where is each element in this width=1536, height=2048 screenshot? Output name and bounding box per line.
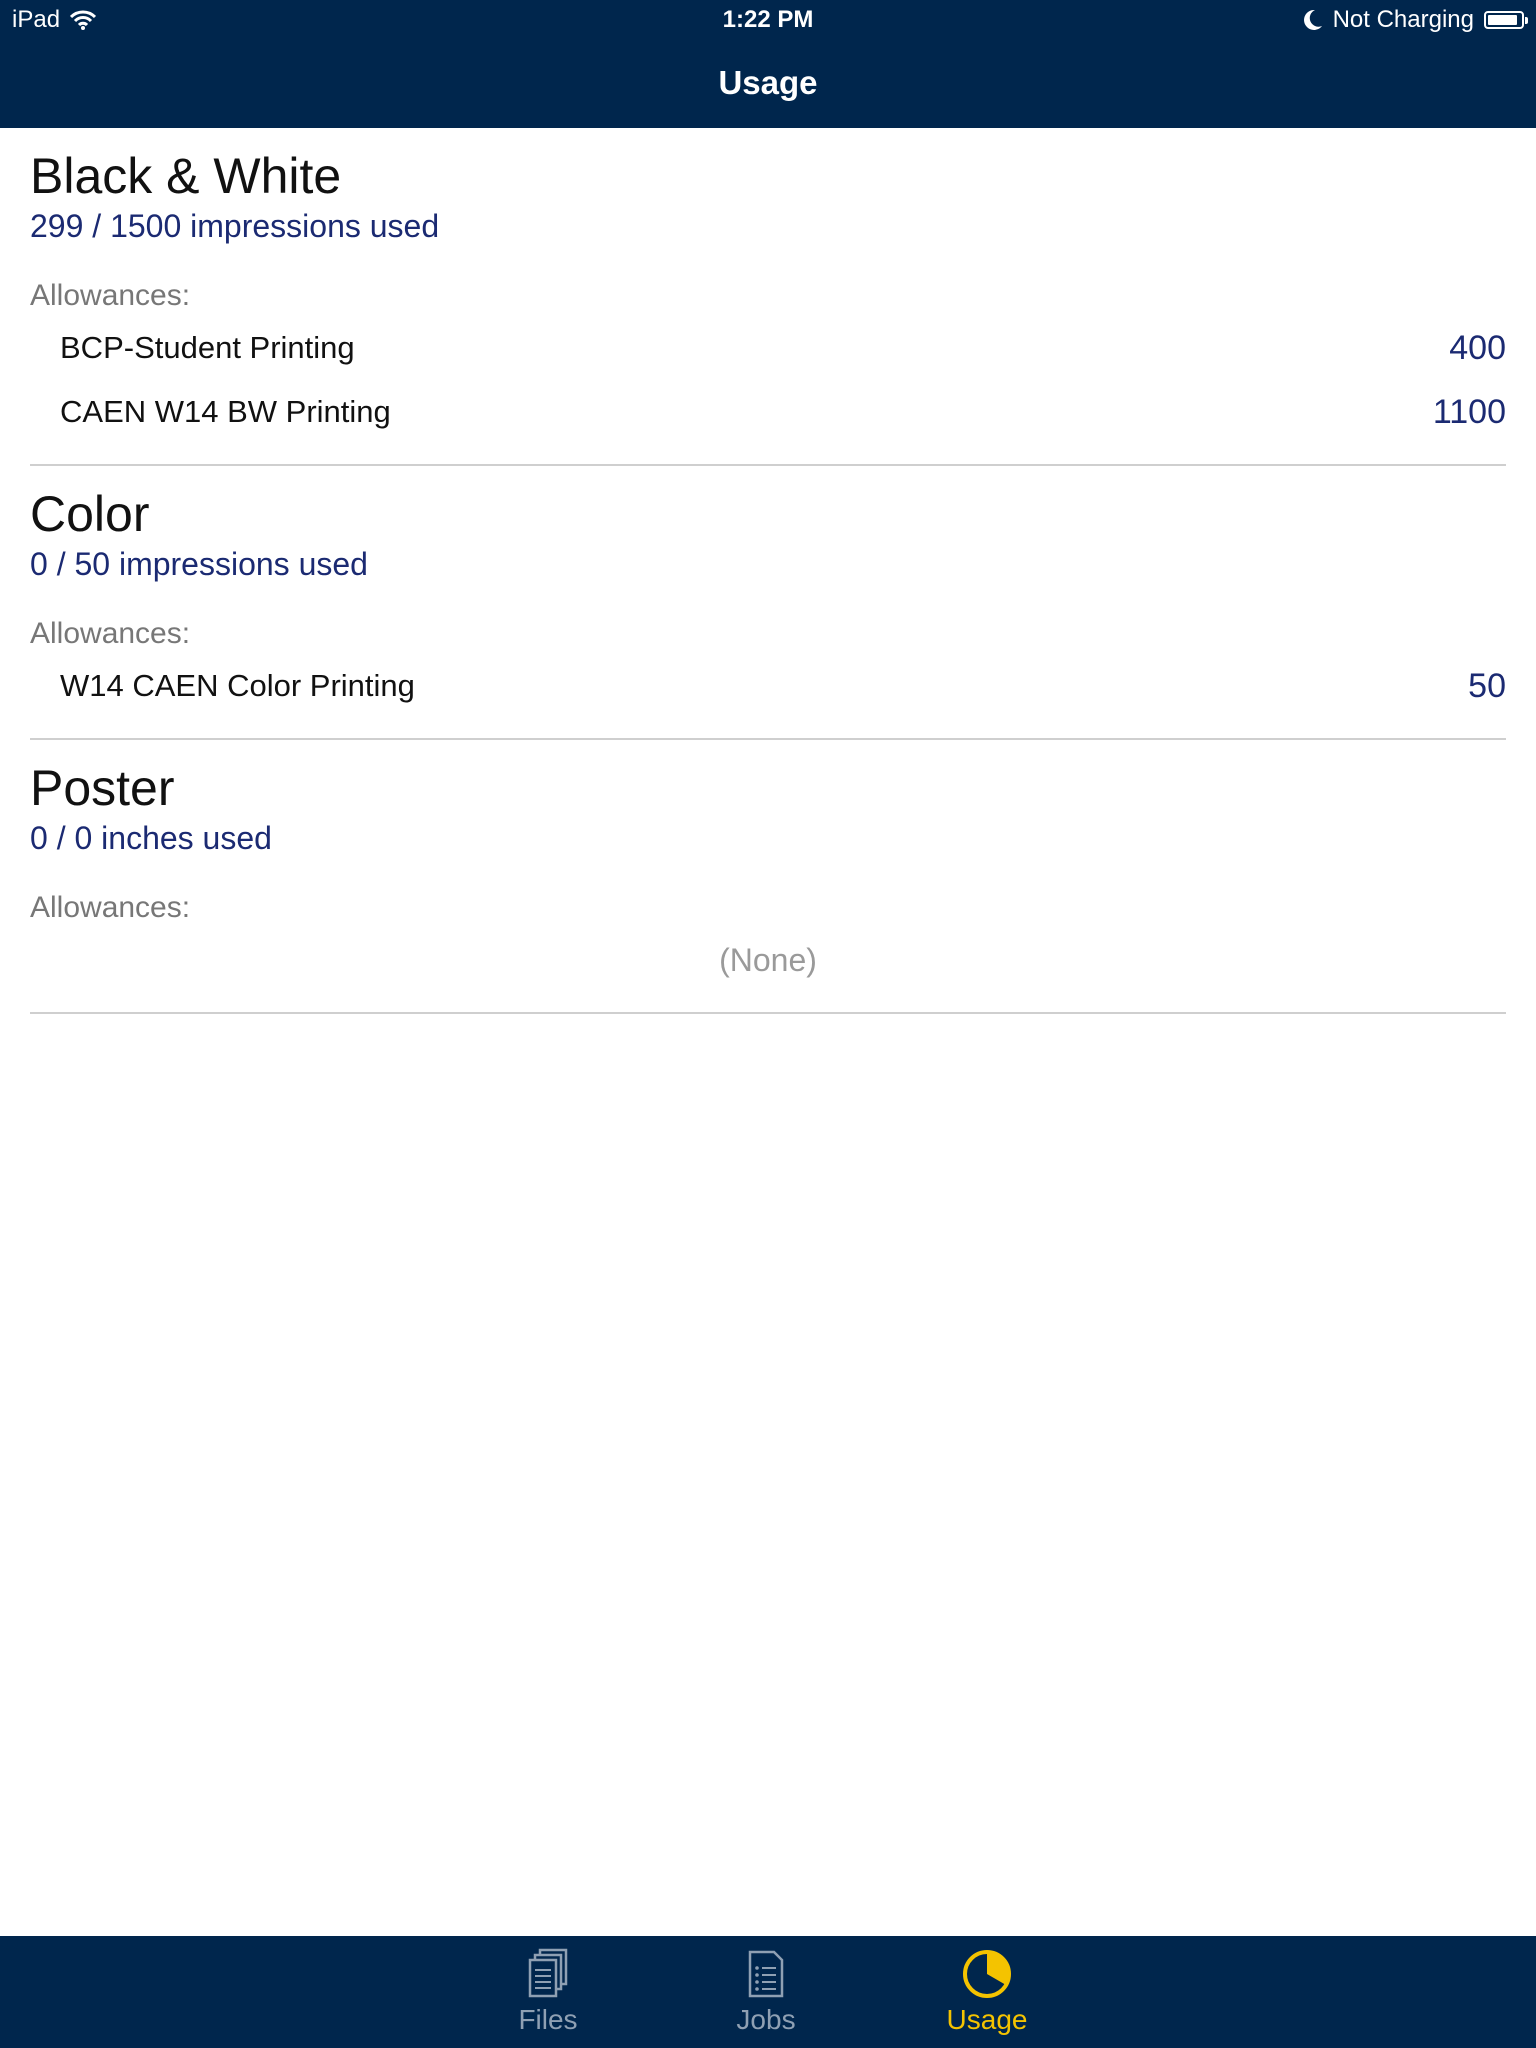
top-bar: iPad 1:22 PM Not Charging Usage <box>0 0 1536 128</box>
section-title: Poster <box>30 760 175 816</box>
pie-chart-icon <box>963 1950 1011 1998</box>
section-title: Color <box>30 486 150 542</box>
allowance-row: W14 CAEN Color Printing 50 <box>30 654 1506 718</box>
section-usage: 0 / 50 impressions used <box>30 546 368 582</box>
tab-jobs[interactable]: Jobs <box>696 1948 836 2036</box>
tab-usage-label: Usage <box>946 2004 1028 2035</box>
allowance-row: CAEN W14 BW Printing 1100 <box>30 380 1506 444</box>
section-title: Black & White <box>30 148 342 204</box>
tab-usage[interactable]: Usage <box>917 1948 1057 2036</box>
section-usage: 0 / 0 inches used <box>30 820 272 856</box>
page-title: Usage <box>718 64 818 101</box>
section-usage: 299 / 1500 impressions used <box>30 208 440 244</box>
moon-icon <box>1303 9 1322 30</box>
usage-content: Black & White 299 / 1500 impressions use… <box>30 128 1506 1014</box>
no-allowances-text: (None) <box>719 942 817 978</box>
tab-files[interactable]: Files <box>478 1948 618 2036</box>
allowances-label: Allowances: <box>30 617 191 650</box>
allowances-label: Allowances: <box>30 891 191 924</box>
tab-files-label: Files <box>518 2004 578 2035</box>
allowance-value: 400 <box>1449 328 1506 367</box>
jobs-icon <box>748 1950 784 1998</box>
battery-status-text: Not Charging <box>1332 6 1474 33</box>
app-screen: iPad 1:22 PM Not Charging Usage Black & … <box>0 0 1536 2048</box>
battery-level <box>1488 15 1517 25</box>
tab-jobs-label: Jobs <box>736 2004 796 2035</box>
section-color: Color 0 / 50 impressions used Allowances… <box>30 466 1506 740</box>
status-right: Not Charging <box>1303 6 1528 34</box>
allowance-value: 1100 <box>1432 392 1506 431</box>
allowance-name: BCP-Student Printing <box>60 330 355 365</box>
battery-icon <box>1484 11 1528 29</box>
allowance-name: W14 CAEN Color Printing <box>60 668 415 703</box>
section-poster: Poster 0 / 0 inches used Allowances: (No… <box>30 740 1506 1014</box>
allowance-name: CAEN W14 BW Printing <box>60 394 391 429</box>
allowances-label: Allowances: <box>30 279 191 312</box>
tab-bar: Files Jobs Usage <box>0 1936 1536 2048</box>
status-bar: iPad 1:22 PM Not Charging <box>0 0 1536 40</box>
allowance-row: BCP-Student Printing 400 <box>30 316 1506 380</box>
allowance-value: 50 <box>1468 666 1506 705</box>
section-black-white: Black & White 299 / 1500 impressions use… <box>30 128 1506 466</box>
files-icon <box>528 1948 568 1998</box>
